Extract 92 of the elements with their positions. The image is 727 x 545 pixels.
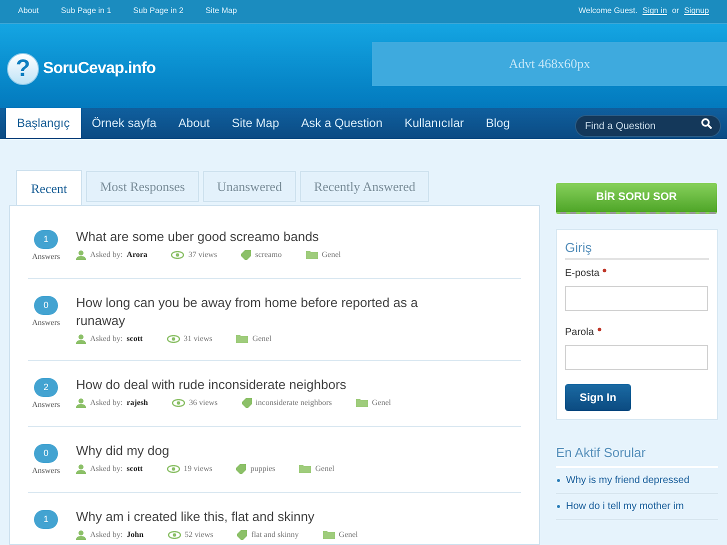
category-link[interactable]: Genel (315, 462, 334, 475)
active-question-link[interactable]: How do i tell my mother im (566, 498, 684, 514)
question-title[interactable]: What are some uber good screamo bands (76, 228, 446, 246)
welcome-text: Welcome Guest. (578, 5, 638, 18)
nav-tab[interactable]: Ask a Question (290, 108, 394, 138)
category-link[interactable]: Genel (322, 248, 341, 261)
nav-tab[interactable]: About (167, 108, 221, 138)
view-count: 31 views (184, 332, 212, 345)
asked-by-label: Asked by: (90, 396, 123, 409)
top-link[interactable]: Sub Page in 1 (60, 5, 112, 18)
view-count: 19 views (184, 462, 212, 475)
nav-tab[interactable]: Blog (474, 108, 521, 138)
sign-in-button[interactable]: Sign In (565, 384, 631, 412)
author-name[interactable]: John (126, 528, 144, 541)
eye-icon (166, 464, 180, 473)
asked-by-label: Asked by: (90, 462, 123, 475)
person-icon (76, 464, 86, 474)
signup-link[interactable]: Signup (684, 5, 709, 18)
question-tab[interactable]: Recent (16, 170, 82, 206)
tag-link[interactable]: screamo (255, 248, 282, 261)
answer-count-bubble: 0 (34, 444, 58, 463)
bullet-icon (557, 504, 560, 508)
login-title: Giriş (565, 238, 709, 260)
tag-icon (236, 464, 246, 474)
tag-link[interactable]: flat and skinny (251, 528, 299, 541)
answer-count-bubble: 1 (34, 510, 58, 529)
category-link[interactable]: Genel (338, 528, 358, 541)
author-name[interactable]: rajesh (126, 396, 148, 409)
nav-tab[interactable]: Başlangıç (6, 108, 81, 138)
ad-banner: Advt 468x60px (372, 42, 727, 86)
eye-icon (166, 334, 180, 343)
answer-count-bubble: 2 (34, 378, 58, 397)
tag-icon (242, 398, 252, 408)
person-icon (76, 250, 86, 260)
tag-link[interactable]: inconsiderate neighbors (256, 396, 332, 409)
view-count: 52 views (184, 528, 214, 541)
eye-icon (168, 530, 181, 539)
author-name[interactable]: Arora (126, 248, 148, 261)
answer-count-bubble: 0 (34, 296, 58, 315)
text-input-field[interactable] (565, 345, 708, 370)
answers-label: Answers (32, 250, 60, 263)
eye-icon (171, 250, 184, 259)
answers-label: Answers (32, 398, 60, 411)
person-icon (76, 334, 86, 344)
answers-label: Answers (32, 464, 60, 477)
person-icon (76, 530, 86, 540)
text-input-field[interactable] (565, 286, 708, 312)
logo-icon: ? (7, 52, 39, 85)
tag-icon (237, 530, 248, 540)
question-tab[interactable]: Most Responses (86, 170, 199, 202)
eye-icon (172, 398, 185, 407)
question-tab[interactable]: Unanswered (202, 170, 296, 202)
question-tab[interactable]: Recently Answered (300, 170, 430, 202)
search-icon[interactable] (701, 118, 712, 129)
author-name[interactable]: scott (126, 462, 143, 475)
folder-icon (356, 398, 368, 408)
logo-text: SoruCevap.info (43, 58, 156, 79)
folder-icon (299, 464, 312, 474)
folder-icon (306, 250, 318, 260)
author-name[interactable]: scott (126, 332, 143, 345)
view-count: 37 views (188, 248, 218, 261)
question-title[interactable]: How long can you be away from home before reported as a runaway (76, 294, 446, 330)
top-link[interactable]: Site Map (205, 5, 238, 18)
folder-icon (236, 334, 248, 344)
field-label: Parola (565, 326, 594, 340)
asked-by-label: Asked by: (90, 332, 123, 345)
nav-tab[interactable]: Kullanıcılar (394, 108, 475, 138)
or-text: or (672, 5, 680, 18)
asked-by-label: Asked by: (90, 528, 123, 541)
field-label: E-posta (565, 267, 600, 282)
folder-icon (322, 530, 335, 540)
nav-tab[interactable]: Örnek sayfa (80, 108, 168, 138)
top-link[interactable]: Sub Page in 2 (133, 5, 184, 18)
question-title[interactable]: Why am i created like this, flat and skinny (76, 508, 446, 526)
tag-link[interactable]: puppies (250, 462, 276, 475)
active-questions-title: En Aktif Sorular (556, 443, 718, 468)
tag-icon (241, 250, 252, 260)
view-count: 36 views (189, 396, 218, 409)
nav-tab[interactable]: Site Map (220, 108, 290, 138)
bullet-icon (557, 478, 560, 482)
question-title[interactable]: How do deal with rude inconsiderate neighbors (76, 376, 446, 394)
answers-label: Answers (32, 316, 60, 329)
active-question-link[interactable]: Why is my friend depressed (566, 472, 690, 488)
category-link[interactable]: Genel (252, 332, 272, 345)
search-field[interactable]: Find a Question (575, 115, 721, 138)
asked-by-label: Asked by: (90, 248, 123, 261)
category-link[interactable]: Genel (372, 396, 391, 409)
top-link[interactable]: About (18, 5, 39, 18)
answer-count-bubble: 1 (34, 230, 58, 249)
person-icon (76, 398, 86, 408)
sign-in-link[interactable]: Sign in (642, 5, 667, 18)
question-title[interactable]: Why did my dog (76, 442, 446, 460)
